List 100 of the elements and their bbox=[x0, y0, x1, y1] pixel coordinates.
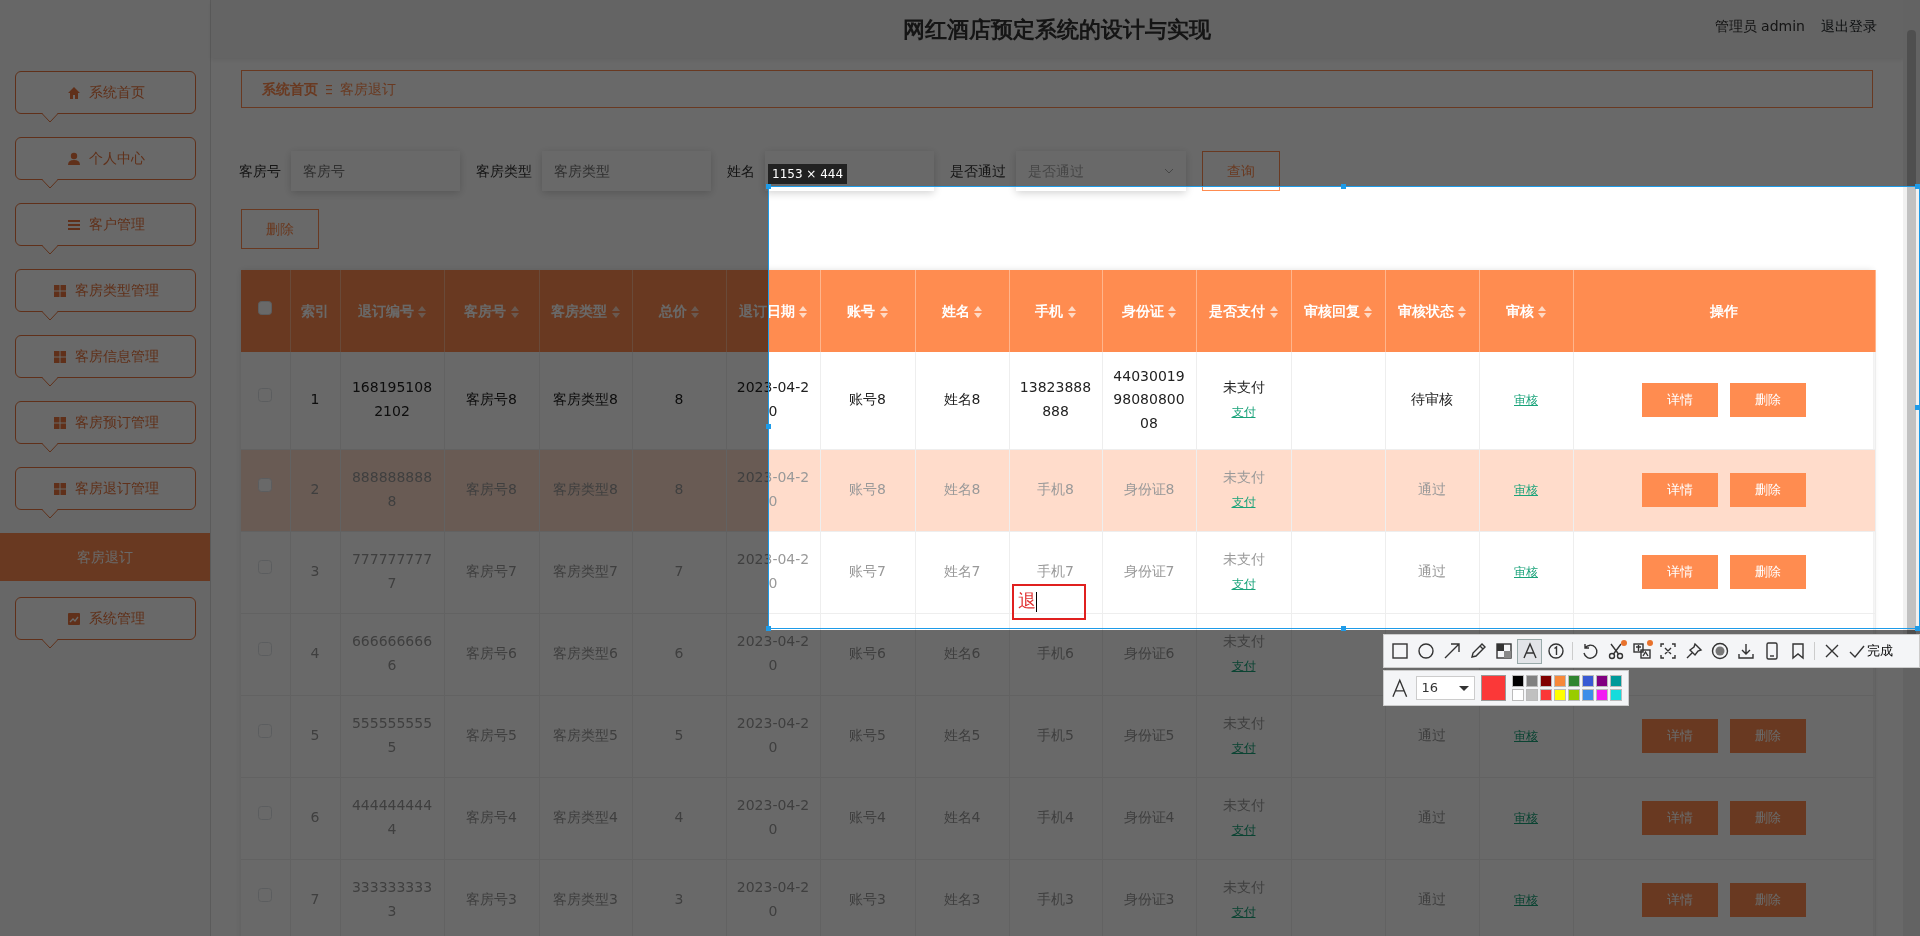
delete-button[interactable]: 删除 bbox=[241, 209, 319, 249]
delete-button[interactable]: 删除 bbox=[1730, 719, 1806, 753]
sidebar-item[interactable]: 客房信息管理 bbox=[15, 335, 196, 378]
logout-link[interactable]: 退出登录 bbox=[1821, 16, 1877, 37]
details-button[interactable]: 详情 bbox=[1642, 801, 1718, 835]
table-cell: 身份证8 bbox=[1123, 481, 1175, 498]
color-swatch[interactable] bbox=[1568, 675, 1580, 687]
review-link[interactable]: 审核 bbox=[1514, 890, 1538, 911]
resize-handle[interactable] bbox=[766, 184, 771, 189]
column-header[interactable]: 退订编号 bbox=[340, 270, 444, 352]
color-swatch[interactable] bbox=[1554, 689, 1566, 701]
review-link[interactable]: 审核 bbox=[1514, 726, 1538, 747]
color-swatch[interactable] bbox=[1512, 689, 1524, 701]
table-cell-text: 未支付 bbox=[1221, 550, 1266, 570]
resize-handle[interactable] bbox=[1915, 405, 1920, 410]
column-header[interactable]: 客房号 bbox=[444, 270, 539, 352]
delete-button[interactable]: 删除 bbox=[1730, 801, 1806, 835]
pay-link[interactable]: 支付 bbox=[1231, 492, 1256, 513]
details-button[interactable]: 详情 bbox=[1642, 719, 1718, 753]
color-swatch[interactable] bbox=[1596, 675, 1608, 687]
sidebar-item[interactable]: 个人中心 bbox=[15, 137, 196, 180]
breadcrumb-link[interactable]: 系统首页 bbox=[262, 78, 318, 100]
color-swatch[interactable] bbox=[1512, 675, 1524, 687]
column-header[interactable]: 操作 bbox=[1573, 270, 1875, 352]
resize-handle[interactable] bbox=[1915, 184, 1920, 189]
delete-button[interactable]: 删除 bbox=[1730, 383, 1806, 418]
color-swatch[interactable] bbox=[1596, 689, 1608, 701]
delete-button[interactable]: 删除 bbox=[1730, 473, 1806, 507]
done-button[interactable]: 完成 bbox=[1845, 641, 1895, 661]
sort-icon bbox=[1458, 305, 1467, 318]
review-link[interactable]: 审核 bbox=[1514, 808, 1538, 829]
column-header[interactable]: 审核 bbox=[1479, 270, 1573, 352]
details-button[interactable]: 详情 bbox=[1642, 883, 1718, 917]
column-header[interactable]: 账号 bbox=[820, 270, 915, 352]
table-cell: 姓名7 bbox=[943, 563, 981, 580]
search-button[interactable]: 查询 bbox=[1202, 151, 1280, 191]
rectangle-icon bbox=[1389, 641, 1410, 661]
column-header[interactable]: 总价 bbox=[632, 270, 726, 352]
color-swatch[interactable] bbox=[1582, 689, 1594, 701]
breadcrumb-link[interactable]: 客房退订 bbox=[340, 78, 396, 100]
pay-link[interactable]: 支付 bbox=[1231, 656, 1256, 677]
table-cell: 待审核 bbox=[1411, 391, 1453, 408]
grid-icon bbox=[52, 283, 67, 298]
color-swatch[interactable] bbox=[1568, 689, 1580, 701]
font-size-select[interactable]: 16 bbox=[1415, 676, 1475, 700]
speech-tail bbox=[42, 311, 58, 321]
delete-button[interactable]: 删除 bbox=[1730, 555, 1806, 589]
resize-handle[interactable] bbox=[1341, 184, 1346, 189]
checkbox[interactable] bbox=[258, 300, 273, 315]
color-swatch[interactable] bbox=[1582, 675, 1594, 687]
sort-icon bbox=[1168, 305, 1177, 318]
sidebar-item[interactable]: 系统管理 bbox=[15, 597, 196, 640]
column-header[interactable]: 是否支付 bbox=[1196, 270, 1291, 352]
scrollbar[interactable] bbox=[1903, 0, 1920, 936]
sort-icon bbox=[510, 305, 519, 318]
column-header[interactable]: 审核回复 bbox=[1291, 270, 1385, 352]
column-header[interactable]: 索引 bbox=[290, 270, 340, 352]
delete-button[interactable]: 删除 bbox=[1730, 883, 1806, 917]
resize-handle[interactable] bbox=[1341, 626, 1346, 631]
resize-handle[interactable] bbox=[1915, 626, 1920, 631]
sidebar-item[interactable]: 客户管理 bbox=[15, 203, 196, 246]
color-swatch[interactable] bbox=[1526, 689, 1538, 701]
column-header[interactable]: 姓名 bbox=[915, 270, 1009, 352]
sidebar-item[interactable]: 客房预订管理 bbox=[15, 401, 196, 444]
sort-icon bbox=[418, 305, 427, 318]
column-header[interactable]: 客房类型 bbox=[539, 270, 632, 352]
column-header[interactable]: 身份证 bbox=[1102, 270, 1196, 352]
color-swatch[interactable] bbox=[1540, 675, 1552, 687]
text-annotation[interactable]: 退 bbox=[1011, 584, 1086, 620]
color-swatch[interactable] bbox=[1610, 675, 1622, 687]
color-swatch[interactable] bbox=[1610, 689, 1622, 701]
sidebar-subitem[interactable]: 客房退订 bbox=[0, 533, 210, 581]
color-swatch[interactable] bbox=[1540, 689, 1552, 701]
color-swatch[interactable] bbox=[1526, 675, 1538, 687]
table-cell: 13823888888 bbox=[1019, 379, 1092, 420]
resize-handle[interactable] bbox=[766, 424, 771, 429]
details-button[interactable]: 详情 bbox=[1642, 383, 1718, 418]
grid-icon bbox=[52, 415, 67, 430]
column-header[interactable]: 审核状态 bbox=[1385, 270, 1479, 352]
separator-icon bbox=[326, 83, 332, 95]
pay-link[interactable]: 支付 bbox=[1231, 820, 1256, 841]
details-button[interactable]: 详情 bbox=[1642, 555, 1718, 589]
details-button[interactable]: 详情 bbox=[1642, 473, 1718, 507]
chevron-icon bbox=[1164, 168, 1174, 174]
sidebar-item[interactable]: 客房类型管理 bbox=[15, 269, 196, 312]
review-link[interactable]: 审核 bbox=[1514, 562, 1538, 583]
sidebar-item[interactable]: 系统首页 bbox=[15, 71, 196, 114]
pay-link[interactable]: 支付 bbox=[1231, 402, 1256, 423]
pay-link[interactable]: 支付 bbox=[1231, 574, 1256, 595]
color-swatch[interactable] bbox=[1554, 675, 1566, 687]
review-link[interactable]: 审核 bbox=[1514, 480, 1538, 501]
resize-handle[interactable] bbox=[766, 626, 771, 631]
pay-link[interactable]: 支付 bbox=[1231, 902, 1256, 923]
column-header[interactable]: 手机 bbox=[1009, 270, 1102, 352]
current-color-swatch[interactable] bbox=[1480, 675, 1506, 701]
sidebar-item[interactable]: 客房退订管理 bbox=[15, 467, 196, 510]
tool-button[interactable] bbox=[1517, 638, 1542, 664]
pay-link[interactable]: 支付 bbox=[1231, 738, 1256, 759]
review-link[interactable]: 审核 bbox=[1514, 390, 1538, 411]
sort-icon bbox=[1067, 305, 1076, 318]
